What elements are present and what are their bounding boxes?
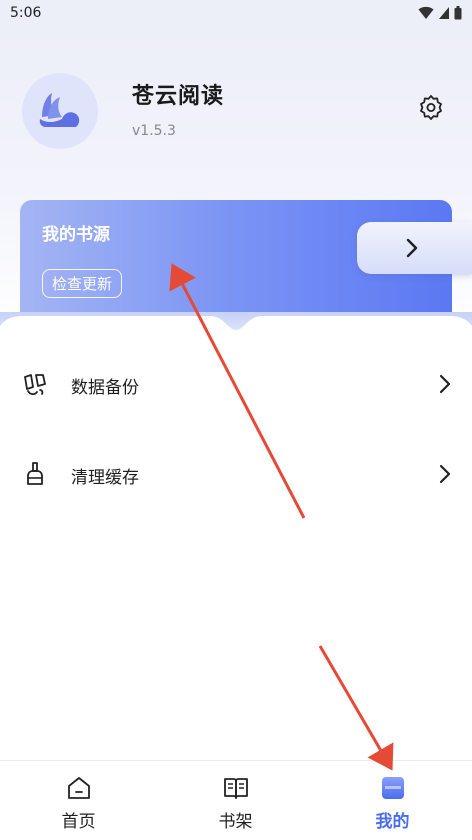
app-logo-icon (39, 93, 80, 127)
menu-item-clear-cache[interactable]: 清理缓存 (0, 444, 472, 504)
profile-icon (382, 777, 404, 799)
book-source-title: 我的书源 (42, 225, 110, 245)
chevron-right-icon (439, 374, 451, 394)
chevron-right-icon (406, 238, 418, 258)
gear-icon (420, 95, 442, 120)
annotation-arrow-to-mine-tab (318, 645, 394, 771)
signal-icon (439, 7, 449, 19)
app-version: v1.5.3 (132, 123, 176, 139)
chevron-right-icon (439, 464, 451, 484)
book-icon (224, 778, 248, 799)
status-bar: 5:06 (0, 0, 472, 28)
book-source-open-button[interactable] (357, 222, 472, 274)
nav-home[interactable]: 首页 (0, 761, 157, 840)
broom-icon (27, 462, 43, 485)
app-avatar[interactable] (22, 73, 98, 149)
app-title: 苍云阅读 (132, 84, 225, 109)
menu-item-label: 数据备份 (71, 378, 139, 398)
menu-item-data-backup[interactable]: 数据备份 (0, 354, 472, 414)
status-time: 5:06 (10, 5, 42, 21)
home-icon (68, 777, 90, 799)
bottom-navigation: 首页 书架 我的 (0, 760, 472, 840)
backup-icon (24, 374, 46, 396)
settings-button[interactable] (414, 90, 448, 124)
nav-mine[interactable]: 我的 (314, 761, 471, 840)
nav-label: 书架 (218, 812, 253, 832)
wifi-icon (418, 6, 434, 19)
nav-label: 我的 (375, 812, 410, 832)
nav-bookshelf[interactable]: 书架 (157, 761, 314, 840)
battery-icon (454, 6, 462, 20)
status-icons (418, 6, 462, 20)
menu-item-label: 清理缓存 (71, 468, 139, 488)
nav-label: 首页 (61, 812, 96, 832)
check-update-button[interactable]: 检查更新 (42, 269, 123, 298)
